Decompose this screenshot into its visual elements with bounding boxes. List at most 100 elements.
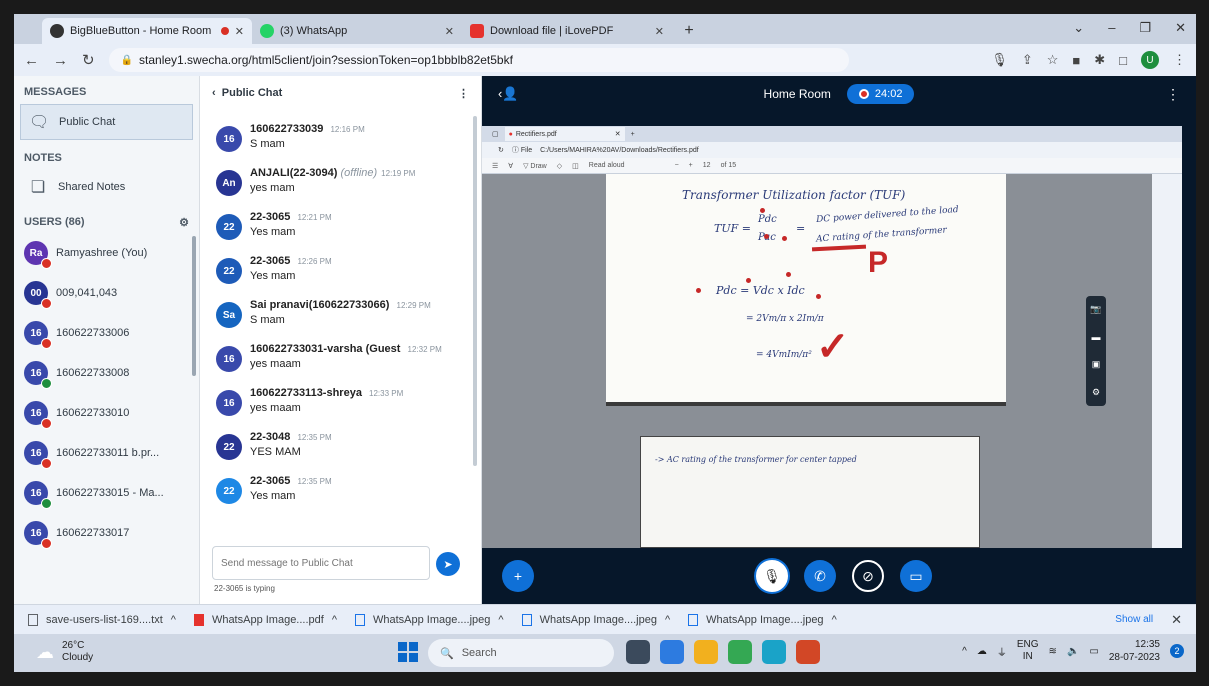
clock[interactable]: 12:35 28-07-2023 bbox=[1109, 638, 1160, 664]
bookmark-star-icon[interactable]: ☆ bbox=[1047, 52, 1059, 68]
gear-icon[interactable]: ⚙ bbox=[179, 216, 189, 229]
tab-bigbluebutton[interactable]: BigBlueButton - Home Room ✕ bbox=[42, 18, 252, 44]
recording-icon bbox=[220, 27, 229, 35]
close-window-icon[interactable]: ✕ bbox=[1175, 20, 1186, 36]
usb-icon[interactable]: ⏚ bbox=[997, 644, 1007, 659]
forward-icon[interactable]: → bbox=[53, 52, 68, 69]
browser-menu-icon[interactable]: ⋮ bbox=[1173, 52, 1186, 68]
chat-scrollbar[interactable] bbox=[473, 116, 477, 466]
search-icon: 🔍 bbox=[440, 647, 454, 660]
tab-search-icon[interactable]: ⌄ bbox=[1073, 20, 1084, 36]
edge-icon[interactable] bbox=[762, 640, 786, 664]
handwritten-next-line: -> AC rating of the transformer for cent… bbox=[655, 455, 857, 464]
message-text: yes mam bbox=[250, 182, 295, 194]
new-tab-button[interactable]: + bbox=[678, 20, 700, 42]
profile-avatar[interactable]: U bbox=[1141, 51, 1159, 69]
windows-start-icon[interactable] bbox=[398, 642, 418, 662]
annotation-dot bbox=[696, 288, 701, 293]
microphone-icon[interactable]: 🎙 bbox=[991, 52, 1008, 68]
leave-audio-button[interactable]: ✆ bbox=[804, 560, 836, 592]
chevron-up-icon[interactable]: ^ bbox=[498, 614, 503, 626]
public-chat-item[interactable]: 🗨 Public Chat bbox=[20, 104, 193, 140]
camera-icon[interactable]: 📷 bbox=[1090, 304, 1101, 315]
weather-widget[interactable]: ☁ 26°C Cloudy bbox=[36, 640, 93, 664]
user-list-scrollbar[interactable] bbox=[192, 236, 196, 376]
teams-icon[interactable] bbox=[660, 640, 684, 664]
pdf-toolbar: ☰ ∀ ▽ Draw ◇ ◫ Read aloud − + 12 of 15 bbox=[482, 158, 1182, 174]
download-filename: save-users-list-169....txt bbox=[46, 613, 163, 626]
window-controls: ⌄ – ❐ ✕ bbox=[1073, 20, 1186, 36]
user-list-item[interactable]: 16 160622733010 bbox=[14, 393, 199, 433]
chat-message: 22 22-3065 12:35 PM Yes mam bbox=[200, 468, 469, 512]
close-tab-icon[interactable]: ✕ bbox=[445, 25, 454, 38]
download-item[interactable]: save-users-list-169....txt ^ bbox=[28, 613, 176, 626]
pdf-view-icon: ◫ bbox=[572, 162, 579, 170]
options-menu-icon[interactable]: ⋮ bbox=[1166, 86, 1180, 103]
user-list-item[interactable]: 16 160622733006 bbox=[14, 313, 199, 353]
chevron-up-icon[interactable]: ^ bbox=[962, 646, 967, 657]
user-list-item[interactable]: 16 160622733008 bbox=[14, 353, 199, 393]
download-item[interactable]: WhatsApp Image....jpeg ^ bbox=[355, 613, 504, 626]
video-icon[interactable]: ▬ bbox=[1092, 332, 1101, 342]
restore-icon[interactable]: ❐ bbox=[1139, 20, 1151, 36]
show-all-downloads-link[interactable]: Show all bbox=[1115, 614, 1153, 625]
user-list-item[interactable]: 16 160622733015 - Ma... bbox=[14, 473, 199, 513]
tab-title: BigBlueButton - Home Room bbox=[70, 25, 212, 37]
extension-icon[interactable]: ■ bbox=[1072, 53, 1080, 68]
volume-icon[interactable]: 🔈 bbox=[1067, 646, 1079, 657]
task-view-icon[interactable] bbox=[626, 640, 650, 664]
battery-icon[interactable]: ▭ bbox=[1089, 646, 1098, 657]
chevron-up-icon[interactable]: ^ bbox=[665, 614, 670, 626]
notification-icon[interactable]: 2 bbox=[1170, 644, 1184, 658]
chat-options-icon[interactable]: ⋮ bbox=[458, 87, 469, 100]
chat-icon: 🗨 bbox=[29, 114, 50, 131]
cloud-icon: ☁ bbox=[36, 641, 54, 662]
language-indicator[interactable]: ENG IN bbox=[1017, 639, 1039, 663]
user-name: 160622733017 bbox=[56, 527, 130, 539]
shared-notes-item[interactable]: ❏ Shared Notes bbox=[20, 170, 193, 204]
taskbar-search[interactable]: 🔍 Search bbox=[428, 639, 614, 667]
side-panel-icon[interactable]: □ bbox=[1119, 53, 1127, 68]
chevron-up-icon[interactable]: ^ bbox=[832, 614, 837, 626]
tab-ilovepdf[interactable]: Download file | iLovePDF ✕ bbox=[462, 18, 672, 44]
chevron-up-icon[interactable]: ^ bbox=[332, 614, 337, 626]
tab-whatsapp[interactable]: (3) WhatsApp ✕ bbox=[252, 18, 462, 44]
file-explorer-icon[interactable] bbox=[694, 640, 718, 664]
close-tab-icon[interactable]: ✕ bbox=[235, 25, 244, 38]
close-chat-button[interactable]: ‹ Public Chat bbox=[212, 87, 282, 99]
reload-icon[interactable]: ↻ bbox=[82, 51, 95, 69]
extensions-puzzle-icon[interactable]: ✱ bbox=[1094, 52, 1105, 68]
share-webcam-button[interactable]: ⊘ bbox=[852, 560, 884, 592]
unmute-button[interactable]: 🎙 bbox=[756, 560, 788, 592]
annotation-dot bbox=[764, 234, 769, 239]
pdf-page-total: of 15 bbox=[720, 162, 737, 169]
chat-message-input[interactable] bbox=[212, 546, 430, 580]
actions-plus-button[interactable]: + bbox=[502, 560, 534, 592]
chevron-up-icon[interactable]: ^ bbox=[171, 614, 176, 626]
user-list-item[interactable]: 16 160622733017 bbox=[14, 513, 199, 553]
download-item[interactable]: WhatsApp Image....pdf ^ bbox=[193, 613, 337, 626]
recording-indicator[interactable]: 24:02 bbox=[846, 84, 915, 104]
user-list-item[interactable]: 16 160622733011 b.pr... bbox=[14, 433, 199, 473]
download-item[interactable]: WhatsApp Image....jpeg ^ bbox=[521, 613, 670, 626]
share-icon[interactable]: ⇪ bbox=[1022, 52, 1033, 68]
download-item[interactable]: WhatsApp Image....jpeg ^ bbox=[688, 613, 837, 626]
onedrive-icon[interactable]: ☁ bbox=[977, 646, 987, 657]
back-icon[interactable]: ← bbox=[24, 52, 39, 69]
wifi-icon[interactable]: ≋ bbox=[1049, 646, 1057, 657]
user-list-item[interactable]: 00 009,041,043 bbox=[14, 273, 199, 313]
minimize-icon[interactable]: – bbox=[1108, 20, 1115, 36]
url-bar[interactable]: 🔒 stanley1.swecha.org/html5client/join?s… bbox=[108, 48, 849, 72]
mic-muted-icon bbox=[41, 458, 52, 469]
settings-icon[interactable]: ⚙ bbox=[1092, 387, 1100, 398]
close-tab-icon[interactable]: ✕ bbox=[655, 25, 664, 38]
message-text: Yes mam bbox=[250, 270, 296, 282]
user-list-item[interactable]: Ra Ramyashree (You) bbox=[14, 233, 199, 273]
share-screen-button[interactable]: ▭ bbox=[900, 560, 932, 592]
lock-icon: 🔒 bbox=[120, 54, 134, 66]
window-icon[interactable]: ▣ bbox=[1092, 359, 1101, 370]
send-message-button[interactable]: ➤ bbox=[436, 552, 460, 576]
powerpoint-icon[interactable] bbox=[796, 640, 820, 664]
chrome-icon[interactable] bbox=[728, 640, 752, 664]
close-downloads-icon[interactable]: ✕ bbox=[1171, 612, 1182, 628]
